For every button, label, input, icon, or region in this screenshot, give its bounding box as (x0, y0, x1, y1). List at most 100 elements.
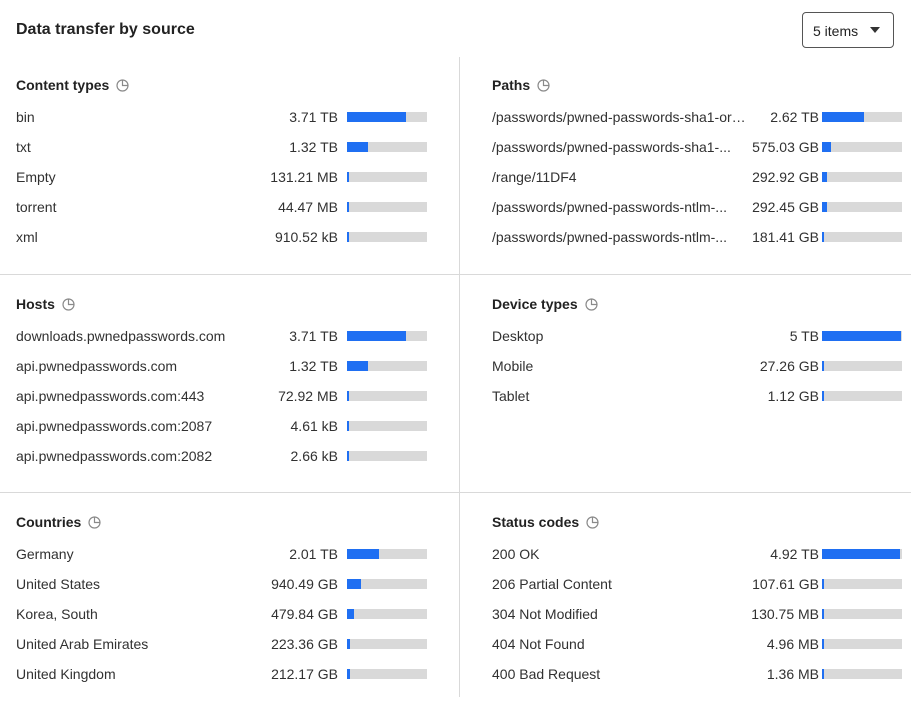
list-item[interactable]: /passwords/pwned-passwords-ntlm-... 181.4… (492, 227, 911, 247)
card-title: Device types (492, 296, 598, 312)
list-item[interactable]: Tablet 1.12 GB (492, 386, 911, 406)
list-item[interactable]: downloads.pwnedpasswords.com 3.71 TB (16, 326, 456, 346)
bar-fill (347, 609, 354, 619)
list-item-label: Germany (16, 546, 74, 562)
bar-fill (347, 391, 349, 401)
bar-fill (822, 579, 824, 589)
list-item-value: 72.92 MB (278, 388, 338, 404)
list-item-value: 1.32 TB (289, 358, 338, 374)
list-item-label: api.pwnedpasswords.com (16, 358, 178, 374)
bar-fill (347, 421, 349, 431)
bar-track (822, 669, 902, 679)
list-item[interactable]: /passwords/pwned-passwords-sha1-... 575.0… (492, 137, 911, 157)
list-item[interactable]: 404 Not Found 4.96 MB (492, 634, 911, 654)
list-item-value: 212.17 GB (271, 666, 338, 682)
list-item-value: 181.41 GB (752, 229, 819, 245)
caret-down-icon (870, 27, 880, 33)
card-hosts: Hosts downloads.pwnedpasswords.com 3.71 TB… (0, 276, 455, 494)
list-item-label: United States (16, 576, 101, 592)
list-item-label: 404 Not Found (492, 636, 585, 652)
bar-track (347, 579, 427, 589)
bar-track (347, 391, 427, 401)
list-item-value: 940.49 GB (271, 576, 338, 592)
list-item[interactable]: 304 Not Modified 130.75 MB (492, 604, 911, 624)
bar-fill (347, 639, 350, 649)
pie-chart-icon[interactable] (585, 297, 598, 311)
list-item[interactable]: torrent 44.47 MB (16, 197, 456, 217)
bar-track (347, 421, 427, 431)
card-title-label: Paths (492, 77, 531, 93)
list-item[interactable]: Korea, South 479.84 GB (16, 604, 456, 624)
list-item[interactable]: 206 Partial Content 107.61 GB (492, 574, 911, 594)
list-item[interactable]: United Arab Emirates 223.36 GB (16, 634, 456, 654)
list-item-label: Desktop (492, 328, 544, 344)
card-content-types: Content types bin 3.71 TB txt 1.32 TB Empty 13… (0, 57, 455, 275)
list-item-label: Tablet (492, 388, 530, 404)
list-item-value: 1.12 GB (767, 388, 819, 404)
list-item[interactable]: United Kingdom 212.17 GB (16, 664, 456, 684)
list-item-value: 2.66 kB (290, 448, 338, 464)
card-title-label: Device types (492, 296, 578, 312)
bar-fill (822, 361, 824, 371)
list-item-value: 107.61 GB (752, 576, 819, 592)
bar-track (347, 361, 427, 371)
pie-chart-icon[interactable] (88, 515, 101, 529)
list-item-value: 4.61 kB (290, 418, 338, 434)
pie-chart-icon[interactable] (62, 297, 75, 311)
bar-fill (347, 579, 361, 589)
list-item[interactable]: /range/11DF4 292.92 GB (492, 167, 911, 187)
bar-fill (822, 639, 824, 649)
pie-chart-icon[interactable] (537, 78, 550, 92)
list-item[interactable]: txt 1.32 TB (16, 137, 456, 157)
pie-chart-icon[interactable] (586, 515, 599, 529)
list-item[interactable]: United States 940.49 GB (16, 574, 456, 594)
list-item-label: 200 OK (492, 546, 540, 562)
bar-track (347, 609, 427, 619)
list-item[interactable]: /passwords/pwned-passwords-ntlm-... 292.4… (492, 197, 911, 217)
card-paths: Paths/passwords/pwned-passwords-sha1-ord… (476, 57, 911, 275)
bar-fill (822, 331, 901, 341)
list-item-value: 3.71 TB (289, 109, 338, 125)
list-item[interactable]: 200 OK 4.92 TB (492, 544, 911, 564)
list-item-value: 292.45 GB (752, 199, 819, 215)
card-title-label: Content types (16, 77, 110, 93)
list-item-label: Mobile (492, 358, 534, 374)
list-item-label: xml (16, 229, 38, 245)
bar-fill (822, 669, 824, 679)
card-title: Content types (16, 77, 129, 93)
items-count-select[interactable]: 5 items (802, 12, 894, 48)
bar-track (347, 112, 427, 122)
card-title: Status codes (492, 514, 599, 530)
list-item[interactable]: bin 3.71 TB (16, 107, 456, 127)
list-item[interactable]: Mobile 27.26 GB (492, 356, 911, 376)
list-item-value: 1.32 TB (289, 139, 338, 155)
card-countries: Countries Germany 2.01 TB United States 940.… (0, 494, 455, 712)
bar-track (822, 391, 902, 401)
bar-fill (347, 451, 349, 461)
list-item[interactable]: xml 910.52 kB (16, 227, 456, 247)
items-count-select-value: 5 items (813, 23, 859, 39)
list-item[interactable]: Empty 131.21 MB (16, 167, 456, 187)
list-item-label: /range/11DF4 (492, 169, 577, 185)
list-item[interactable]: 400 Bad Request 1.36 MB (492, 664, 911, 684)
bar-track (822, 609, 902, 619)
list-item-label: /passwords/pwned-passwords-sha1-... (492, 139, 731, 155)
list-item-label: torrent (16, 199, 57, 215)
bar-track (822, 549, 902, 559)
list-item[interactable]: Desktop 5 TB (492, 326, 911, 346)
list-item[interactable]: /passwords/pwned-passwords-sha1-ord... 2.… (492, 107, 911, 127)
bar-track (347, 451, 427, 461)
list-item[interactable]: api.pwnedpasswords.com 1.32 TB (16, 356, 456, 376)
bar-track (347, 669, 427, 679)
list-item-value: 910.52 kB (274, 229, 338, 245)
bar-fill (822, 142, 831, 152)
card-title: Hosts (16, 296, 75, 312)
list-item[interactable]: api.pwnedpasswords.com:2082 2.66 kB (16, 446, 456, 466)
bar-fill (822, 202, 827, 212)
list-item-label: api.pwnedpasswords.com:443 (16, 388, 205, 404)
list-item[interactable]: Germany 2.01 TB (16, 544, 456, 564)
list-item[interactable]: api.pwnedpasswords.com:2087 4.61 kB (16, 416, 456, 436)
list-item-label: 304 Not Modified (492, 606, 598, 622)
list-item[interactable]: api.pwnedpasswords.com:443 72.92 MB (16, 386, 456, 406)
pie-chart-icon[interactable] (116, 78, 129, 92)
